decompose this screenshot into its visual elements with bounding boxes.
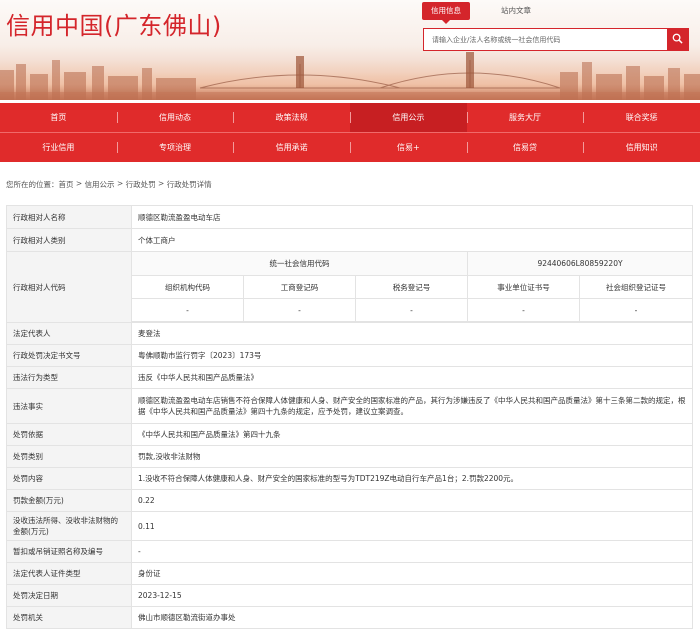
nav-item-xinyi-plus[interactable]: 信易+ — [350, 133, 467, 162]
party-code-label: 行政相对人代码 — [6, 251, 132, 323]
confiscation-amount-label: 没收违法所得、没收非法财物的金额(万元) — [6, 511, 132, 541]
table-row: 罚款金额(万元) 0.22 — [6, 489, 694, 512]
table-row: 法定代表人 麦登法 — [6, 322, 694, 345]
tax-reg-value: - — [355, 298, 468, 322]
site-logo[interactable]: 信用中国(广东佛山) — [6, 6, 222, 41]
org-code-value: - — [131, 298, 244, 322]
violation-type-value: 违反《中华人民共和国产品质量法》 — [130, 366, 694, 389]
legal-rep-value: 麦登法 — [130, 322, 694, 345]
table-row: 处罚类别 罚款,没收非法财物 — [6, 445, 694, 468]
table-row: 处罚机关 佛山市顺德区勒流街道办事处 — [6, 606, 694, 629]
penalty-authority-value: 佛山市顺德区勒流街道办事处 — [130, 606, 694, 629]
penalty-category-label: 处罚类别 — [6, 445, 132, 468]
top-tabs: 信用信息 站内文章 — [422, 2, 562, 24]
legal-rep-label: 法定代表人 — [6, 322, 132, 345]
penalty-category-value: 罚款,没收非法财物 — [130, 445, 694, 468]
table-row: 违法事实 顺德区勒流盈盈电动车店销售不符合保障人体健康和人身、财产安全的国家标准… — [6, 388, 694, 424]
party-name-label: 行政相对人名称 — [6, 205, 132, 229]
breadcrumb-current: 行政处罚详情 — [166, 180, 212, 189]
violation-facts-label: 违法事实 — [6, 388, 132, 424]
breadcrumb-credit-disclosure[interactable]: 信用公示 — [85, 179, 115, 190]
nav-row-1: 首页 信用动态 政策法规 信用公示 服务大厅 联合奖惩 — [0, 103, 700, 132]
tab-site-articles[interactable]: 站内文章 — [492, 2, 540, 20]
penalty-detail-table: 行政相对人名称 顺德区勒流盈盈电动车店 行政相对人类别 个体工商户 行政相对人代… — [6, 205, 694, 629]
license-revoked-label: 暂扣或吊销证照名称及编号 — [6, 540, 132, 563]
nav-row-2: 行业信用 专项治理 信用承诺 信易+ 信易贷 信用知识 — [0, 132, 700, 161]
table-row: 没收违法所得、没收非法财物的金额(万元) 0.11 — [6, 511, 694, 541]
nav-item-credit-knowledge[interactable]: 信用知识 — [583, 133, 700, 162]
nav-item-credit-commitment[interactable]: 信用承诺 — [233, 133, 350, 162]
social-org-value: - — [578, 298, 694, 322]
nav-item-industry-credit[interactable]: 行业信用 — [0, 133, 117, 162]
tax-reg-header: 税务登记号 — [355, 275, 468, 299]
nav-item-credit-disclosure[interactable]: 信用公示 — [350, 103, 467, 132]
main-nav: 首页 信用动态 政策法规 信用公示 服务大厅 联合奖惩 行业信用 专项治理 信用… — [0, 103, 700, 162]
fine-amount-value: 0.22 — [130, 489, 694, 512]
party-type-value: 个体工商户 — [130, 228, 694, 252]
business-reg-value: - — [243, 298, 356, 322]
uscc-label: 统一社会信用代码 — [131, 251, 468, 276]
nav-item-special-governance[interactable]: 专项治理 — [116, 133, 234, 162]
decision-number-value: 粤佛顺勒市监行罚字〔2023〕173号 — [130, 344, 694, 367]
nav-item-service-hall[interactable]: 服务大厅 — [466, 103, 584, 132]
table-row: 处罚决定日期 2023-12-15 — [6, 584, 694, 607]
nav-item-joint-rewards[interactable]: 联合奖惩 — [583, 103, 700, 132]
table-row: 法定代表人证件类型 身份证 — [6, 562, 694, 585]
business-reg-header: 工商登记码 — [243, 275, 356, 299]
institution-cert-header: 事业单位证书号 — [467, 275, 580, 299]
org-code-header: 组织机构代码 — [131, 275, 244, 299]
city-skyline-image — [0, 52, 700, 100]
breadcrumb-separator: > — [155, 179, 167, 188]
penalty-basis-label: 处罚依据 — [6, 423, 132, 446]
institution-cert-value: - — [467, 298, 580, 322]
table-row: 违法行为类型 违反《中华人民共和国产品质量法》 — [6, 366, 694, 389]
breadcrumb-separator: > — [114, 179, 126, 188]
breadcrumb-home[interactable]: 首页 — [59, 179, 74, 190]
nav-item-policies[interactable]: 政策法规 — [233, 103, 350, 132]
nav-item-xinyi-loan[interactable]: 信易贷 — [466, 133, 584, 162]
party-name-value: 顺德区勒流盈盈电动车店 — [130, 205, 694, 229]
decision-number-label: 行政处罚决定书文号 — [6, 344, 132, 367]
search-input[interactable] — [424, 29, 667, 50]
license-revoked-value: - — [130, 540, 694, 563]
penalty-content-value: 1.没收不符合保障人体健康和人身、财产安全的国家标准的型号为TDT219Z电动自… — [130, 467, 694, 490]
breadcrumb-separator: > — [73, 179, 85, 188]
uscc-value: 92440606L80859220Y — [466, 251, 694, 276]
table-row: 行政相对人类别 个体工商户 — [6, 228, 694, 252]
social-org-header: 社会组织登记证号 — [578, 275, 694, 299]
search-bar — [423, 28, 689, 51]
penalty-authority-label: 处罚机关 — [6, 606, 132, 629]
table-row: 行政相对人代码 统一社会信用代码 92440606L80859220Y — [6, 251, 694, 323]
breadcrumb-admin-penalty[interactable]: 行政处罚 — [126, 179, 156, 190]
search-button[interactable] — [667, 29, 688, 50]
decision-date-label: 处罚决定日期 — [6, 584, 132, 607]
party-type-label: 行政相对人类别 — [6, 228, 132, 252]
id-type-label: 法定代表人证件类型 — [6, 562, 132, 585]
penalty-content-label: 处罚内容 — [6, 467, 132, 490]
search-icon — [672, 33, 683, 46]
fine-amount-label: 罚款金额(万元) — [6, 489, 132, 512]
table-row: 暂扣或吊销证照名称及编号 - — [6, 540, 694, 563]
penalty-basis-value: 《中华人民共和国产品质量法》第四十九条 — [130, 423, 694, 446]
violation-facts-value: 顺德区勒流盈盈电动车店销售不符合保障人体健康和人身、财产安全的国家标准的产品，其… — [130, 388, 694, 424]
table-row: 处罚内容 1.没收不符合保障人体健康和人身、财产安全的国家标准的型号为TDT21… — [6, 467, 694, 490]
breadcrumb: 您所在的位置： 首页 > 信用公示 > 行政处罚 > 行政处罚详情 — [6, 179, 212, 190]
table-row: 处罚依据 《中华人民共和国产品质量法》第四十九条 — [6, 423, 694, 446]
breadcrumb-prefix: 您所在的位置： — [6, 180, 59, 189]
tab-credit-info[interactable]: 信用信息 — [422, 2, 470, 24]
violation-type-label: 违法行为类型 — [6, 366, 132, 389]
table-row: 行政处罚决定书文号 粤佛顺勒市监行罚字〔2023〕173号 — [6, 344, 694, 367]
table-row: 行政相对人名称 顺德区勒流盈盈电动车店 — [6, 205, 694, 229]
nav-item-credit-news[interactable]: 信用动态 — [116, 103, 234, 132]
id-type-value: 身份证 — [130, 562, 694, 585]
decision-date-value: 2023-12-15 — [130, 584, 694, 607]
header-banner: 信用中国(广东佛山) 信用信息 站内文章 — [0, 0, 700, 100]
nav-item-home[interactable]: 首页 — [0, 103, 117, 132]
confiscation-amount-value: 0.11 — [130, 511, 694, 541]
